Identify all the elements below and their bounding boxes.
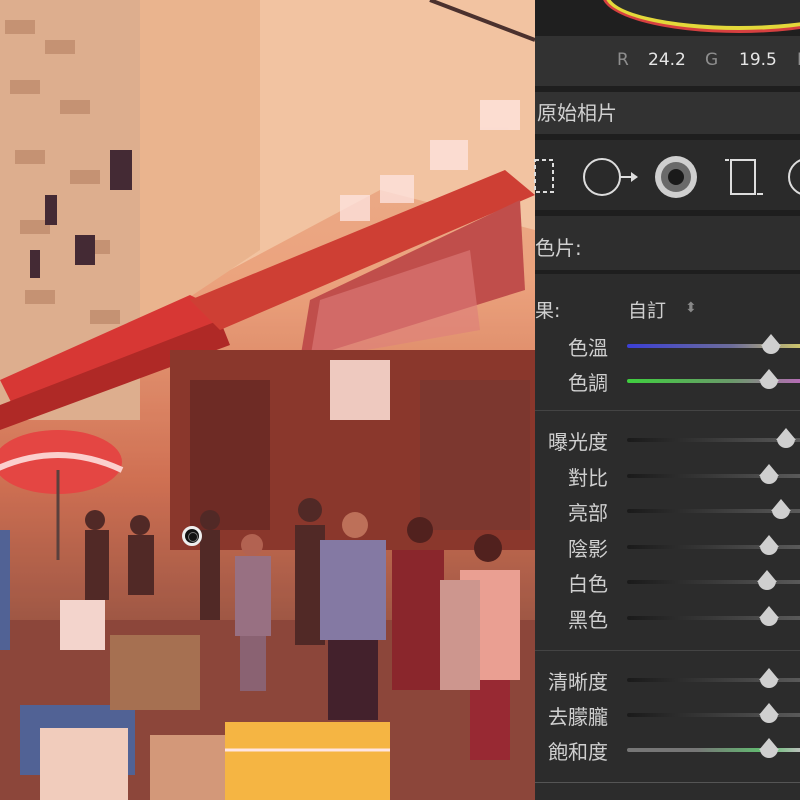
radial-filter-icon[interactable] <box>787 156 800 198</box>
slider-label: 亮部 <box>568 501 608 526</box>
histogram[interactable] <box>535 0 800 36</box>
slider-label: 黑色 <box>568 608 608 632</box>
graduated-filter-icon[interactable] <box>725 156 765 198</box>
slider-thumb[interactable] <box>757 570 777 591</box>
slider-label: 對比 <box>568 465 608 490</box>
slider-row: 黑色 <box>535 602 800 632</box>
slider-label: 曝光度 <box>548 430 608 454</box>
slider-row: 陰影 <box>535 531 800 561</box>
slider-thumb[interactable] <box>758 369 779 389</box>
slider-thumb[interactable] <box>758 463 779 484</box>
slider-row: 曝光度 <box>535 424 800 454</box>
dropdown-arrow-icon: ⬍ <box>685 300 697 316</box>
photo-canvas[interactable] <box>0 0 535 800</box>
slider-row: 亮部 <box>535 495 800 525</box>
color-row: 色片: <box>535 216 800 270</box>
red-eye-icon[interactable] <box>652 153 700 201</box>
slider-row: 去朦朧 <box>535 699 800 729</box>
slider-label: 色調 <box>568 371 608 395</box>
slider-thumb[interactable] <box>758 738 779 758</box>
original-photo-label: 原始相片 <box>537 101 617 125</box>
develop-panel: R 24.2 G 19.5 B 原始相片 <box>533 0 800 800</box>
wb-preset-dropdown[interactable]: 自訂 <box>628 296 666 323</box>
slider-thumb[interactable] <box>760 334 781 354</box>
slider-label: 去朦朧 <box>548 705 608 729</box>
slider-label: 陰影 <box>568 536 608 561</box>
slider-label: 白色 <box>568 572 608 597</box>
g-value: 19.5 <box>739 50 777 70</box>
spot-removal-icon[interactable] <box>581 156 639 198</box>
color-label: 色片: <box>535 236 582 260</box>
slider-label: 色溫 <box>568 336 608 360</box>
slider-thumb[interactable] <box>758 534 779 555</box>
g-label: G <box>705 50 719 70</box>
wb-label: 果: <box>535 300 561 322</box>
slider-row: 白色 <box>535 566 800 596</box>
original-photo-row[interactable]: 原始相片 <box>535 92 800 134</box>
histogram-graph <box>605 0 800 30</box>
r-label: R <box>617 50 629 70</box>
market-street-photo <box>0 0 535 800</box>
slider-row: 對比 <box>535 460 800 490</box>
r-value: 24.2 <box>648 50 686 70</box>
slider-thumb[interactable] <box>771 499 791 520</box>
slider-label: 清晰度 <box>548 670 608 694</box>
slider-row: 清晰度 <box>535 664 800 694</box>
slider-track[interactable] <box>627 438 800 442</box>
tool-strip <box>533 140 800 210</box>
slider-thumb[interactable] <box>758 668 779 688</box>
slider-row: 色溫 <box>535 330 800 360</box>
slider-row: 色調 <box>535 365 800 395</box>
adjustment-pin[interactable] <box>182 526 202 546</box>
rgb-readout: R 24.2 G 19.5 B <box>535 36 800 86</box>
slider-row: 飽和度 <box>535 734 800 764</box>
slider-label: 飽和度 <box>548 740 608 764</box>
slider-thumb[interactable] <box>758 703 779 723</box>
slider-thumb[interactable] <box>776 428 797 448</box>
slider-thumb[interactable] <box>758 606 779 626</box>
crop-overlay-icon[interactable] <box>533 158 557 194</box>
